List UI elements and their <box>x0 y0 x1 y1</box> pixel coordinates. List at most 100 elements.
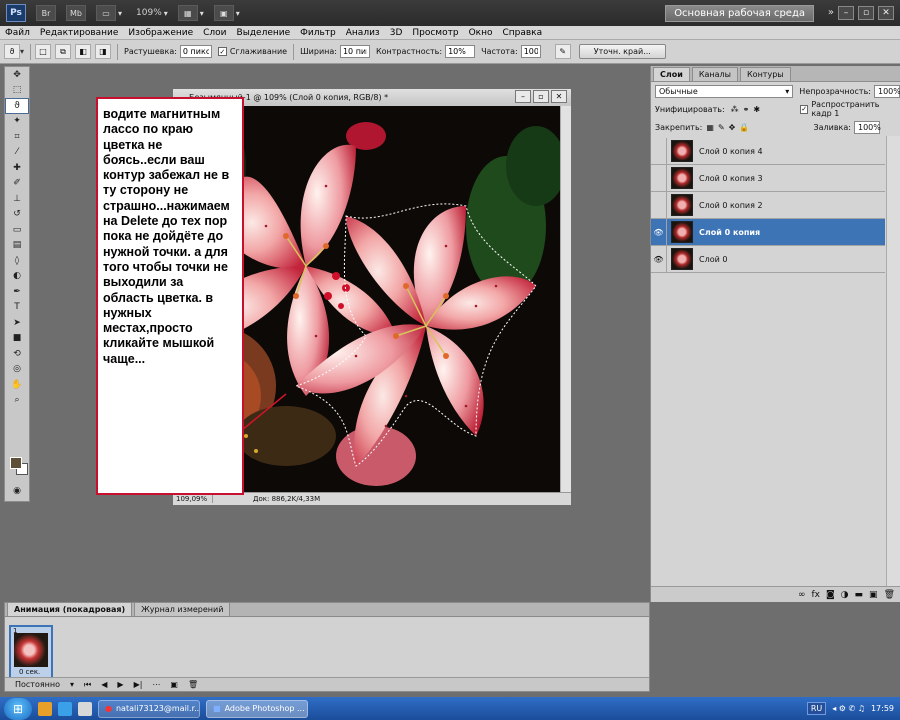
tab-channels[interactable]: Каналы <box>691 67 738 81</box>
previous-frame-icon[interactable]: ◀ <box>101 680 107 689</box>
view-extras-button[interactable]: ▭ <box>96 5 116 21</box>
arrange-documents-button[interactable]: ▦ <box>177 5 198 21</box>
tab-animation[interactable]: Анимация (покадровая) <box>7 602 133 616</box>
dodge-tool-icon[interactable]: ◐ <box>5 269 29 285</box>
layer-mask-icon[interactable]: ◙ <box>826 590 835 600</box>
start-button[interactable]: ⊞ <box>4 697 32 720</box>
fill-input[interactable]: 100% <box>854 120 881 134</box>
type-tool-icon[interactable]: T <box>5 300 29 316</box>
taskbar-mail[interactable]: ● natali73123@mail.r... <box>98 699 200 718</box>
doc-zoom-field[interactable]: 109,09% <box>173 495 213 503</box>
loop-select[interactable]: Постоянно <box>15 680 60 689</box>
media-icon[interactable] <box>78 701 92 716</box>
tab-paths[interactable]: Контуры <box>740 67 791 81</box>
marquee-tool-icon[interactable]: ⬚ <box>5 83 29 99</box>
layers-scrollbar[interactable] <box>886 136 900 588</box>
menu-3d[interactable]: 3D <box>385 28 408 38</box>
frequency-input[interactable] <box>520 45 541 58</box>
crop-tool-icon[interactable]: ⌗ <box>5 129 29 145</box>
clock[interactable]: 17:59 <box>871 704 894 713</box>
tab-layers[interactable]: Слои <box>653 67 690 81</box>
frame-delay[interactable]: 0 сек. <box>19 668 40 676</box>
layer-row-selected[interactable]: 👁 Слой 0 копия <box>651 218 885 246</box>
layer-row[interactable]: 👁 Слой 0 <box>651 245 885 273</box>
menu-analysis[interactable]: Анализ <box>341 28 385 38</box>
subtract-selection-icon[interactable]: ◧ <box>75 44 92 59</box>
eraser-tool-icon[interactable]: ▭ <box>5 222 29 238</box>
brush-tool-icon[interactable]: ✐ <box>5 176 29 192</box>
unify-style-icon[interactable]: ✱ <box>753 105 760 114</box>
propagate-frame-checkbox[interactable]: ✓ <box>800 104 809 114</box>
gradient-tool-icon[interactable]: ▤ <box>5 238 29 254</box>
close-button[interactable]: ✕ <box>878 6 894 20</box>
healing-brush-icon[interactable]: ✚ <box>5 160 29 176</box>
add-selection-icon[interactable]: ⧉ <box>55 44 72 59</box>
menu-select[interactable]: Выделение <box>232 28 296 38</box>
blend-mode-select[interactable]: Обычные ▾ <box>655 84 794 98</box>
zoom-level[interactable]: 109% <box>136 8 162 18</box>
menu-view[interactable]: Просмотр <box>407 28 463 38</box>
next-frame-icon[interactable]: ▶| <box>134 680 143 689</box>
hand-tool-icon[interactable]: ✋ <box>5 377 29 393</box>
taskbar-photoshop[interactable]: ■ Adobe Photoshop ... <box>206 699 308 718</box>
lock-pixels-icon[interactable]: ✎ <box>718 123 725 132</box>
lock-transparency-icon[interactable]: ▦ <box>706 123 714 132</box>
path-selection-icon[interactable]: ➤ <box>5 315 29 331</box>
tab-measurement-log[interactable]: Журнал измерений <box>134 602 231 616</box>
opacity-input[interactable]: 100% <box>874 84 900 98</box>
quick-mask-icon[interactable]: ◉ <box>5 483 29 499</box>
eye-icon[interactable]: 👁 <box>651 218 667 246</box>
trash-icon[interactable]: 🗑 <box>884 590 895 600</box>
menu-file[interactable]: Файл <box>0 28 35 38</box>
new-frame-icon[interactable]: ▣ <box>170 680 178 689</box>
tween-icon[interactable]: ⋯ <box>152 680 160 689</box>
chevron-down-icon[interactable]: ▾ <box>236 9 240 18</box>
language-indicator[interactable]: RU <box>806 702 827 715</box>
chevron-down-icon[interactable]: ▾ <box>200 9 204 18</box>
doc-minimize-button[interactable]: – <box>515 90 531 103</box>
menu-help[interactable]: Справка <box>497 28 547 38</box>
3d-orbit-icon[interactable]: ◎ <box>5 362 29 378</box>
layer-style-icon[interactable]: fx <box>811 590 820 600</box>
chevron-down-icon[interactable]: ▾ <box>20 47 24 56</box>
layer-row[interactable]: Слой 0 копия 2 <box>651 191 885 219</box>
visibility-toggle-empty[interactable] <box>651 137 667 165</box>
blur-tool-icon[interactable]: ◊ <box>5 253 29 269</box>
3d-rotate-icon[interactable]: ⟲ <box>5 346 29 362</box>
move-tool-icon[interactable]: ✥ <box>5 67 29 83</box>
first-frame-icon[interactable]: ⏮ <box>84 680 91 690</box>
menu-layer[interactable]: Слои <box>198 28 231 38</box>
clone-stamp-icon[interactable]: ⊥ <box>5 191 29 207</box>
screen-mode-button[interactable]: ▣ <box>213 5 234 21</box>
layer-row[interactable]: Слой 0 копия 3 <box>651 164 885 192</box>
explorer-icon[interactable] <box>38 701 52 716</box>
adjustment-layer-icon[interactable]: ◑ <box>841 590 849 600</box>
delete-frame-icon[interactable]: 🗑 <box>188 680 198 689</box>
width-input[interactable] <box>339 45 370 58</box>
animation-frame[interactable]: 1 0 сек. <box>9 625 53 679</box>
link-layers-icon[interactable]: ∞ <box>798 590 806 600</box>
unify-visibility-icon[interactable]: ⚭ <box>743 105 750 114</box>
visibility-toggle-empty[interactable] <box>651 164 667 192</box>
play-icon[interactable]: ▶ <box>117 680 123 689</box>
chevron-down-icon[interactable]: ▾ <box>164 9 168 18</box>
refine-edge-button[interactable]: Уточн. край... <box>578 44 666 59</box>
pen-tool-icon[interactable]: ✒ <box>5 284 29 300</box>
menu-window[interactable]: Окно <box>464 28 498 38</box>
group-folder-icon[interactable]: ▬ <box>855 590 864 600</box>
vertical-scrollbar[interactable] <box>560 106 571 492</box>
tray-icons[interactable]: ◂ ⚙ ✆ ♫ <box>832 704 865 713</box>
doc-size-info[interactable]: Док: 886,2K/4,33M <box>213 495 320 503</box>
tablet-pressure-icon[interactable]: ✎ <box>554 44 571 59</box>
foreground-color-swatch[interactable] <box>10 457 22 469</box>
lock-position-icon[interactable]: ✥ <box>729 123 736 132</box>
unify-position-icon[interactable]: ⁂ <box>731 105 739 114</box>
doc-close-button[interactable]: ✕ <box>551 90 567 103</box>
antialias-checkbox[interactable]: ✓ <box>217 47 227 56</box>
zoom-tool-icon[interactable]: ⌕ <box>5 393 29 409</box>
minimize-button[interactable]: – <box>838 6 854 20</box>
double-chevron-icon[interactable]: » <box>828 7 834 18</box>
layer-row[interactable]: Слой 0 копия 4 <box>651 137 885 165</box>
bridge-button[interactable]: Br <box>36 5 56 21</box>
workspace-switcher[interactable]: Основная рабочая среда <box>665 5 814 22</box>
